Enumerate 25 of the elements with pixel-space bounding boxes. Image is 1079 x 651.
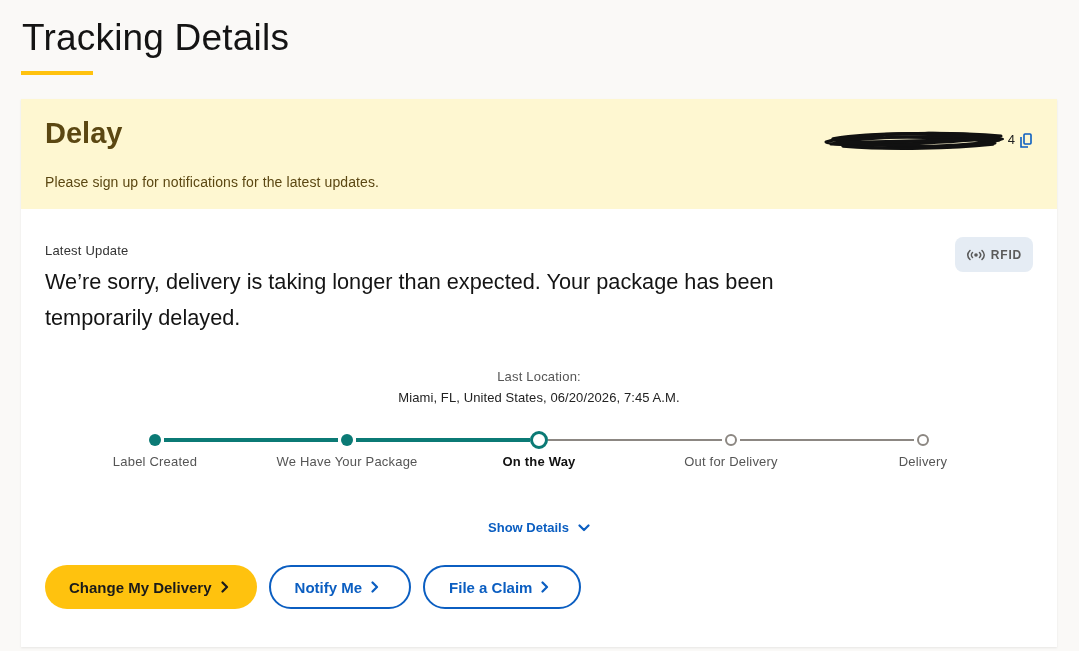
outline-action-button[interactable]: Notify Me [268, 565, 412, 609]
chevron-right-icon [371, 581, 380, 593]
copy-icon[interactable] [1020, 132, 1032, 148]
signal-waves-icon [965, 248, 986, 261]
title-underline [21, 71, 93, 75]
status-title: Delay [45, 116, 123, 151]
primary-action-button[interactable]: Change My Delivery [45, 565, 257, 609]
step-label: Out for Delivery [684, 453, 778, 471]
outline-action-button[interactable]: File a Claim [423, 565, 582, 609]
step-label: Delivery [898, 453, 948, 471]
step-label: We Have Your Package [276, 453, 418, 471]
latest-update-label: Latest Update [45, 242, 130, 260]
chevron-right-icon [220, 581, 229, 593]
rfid-button[interactable]: RFID [954, 237, 1033, 272]
chevron-down-icon [577, 524, 590, 532]
last-location-label: Last Location: [496, 368, 582, 386]
step-label: On the Way [502, 453, 576, 471]
latest-update-message: We’re sorry, delivery is taking longer than expected. Your package has been temporarily delayed. [45, 268, 775, 332]
step-label: Label Created [112, 453, 198, 471]
tracking-number: 4 [1007, 133, 1015, 147]
last-location-value: Miami, FL, United States, 06/20/2026, 7:45 A.M. [397, 389, 681, 407]
page-title: Tracking Details [22, 17, 291, 59]
chevron-right-icon [541, 581, 550, 593]
show-details-link[interactable]: Show Details [488, 519, 590, 537]
banner-message: Please sign up for notifications for the latest updates. [45, 173, 381, 191]
